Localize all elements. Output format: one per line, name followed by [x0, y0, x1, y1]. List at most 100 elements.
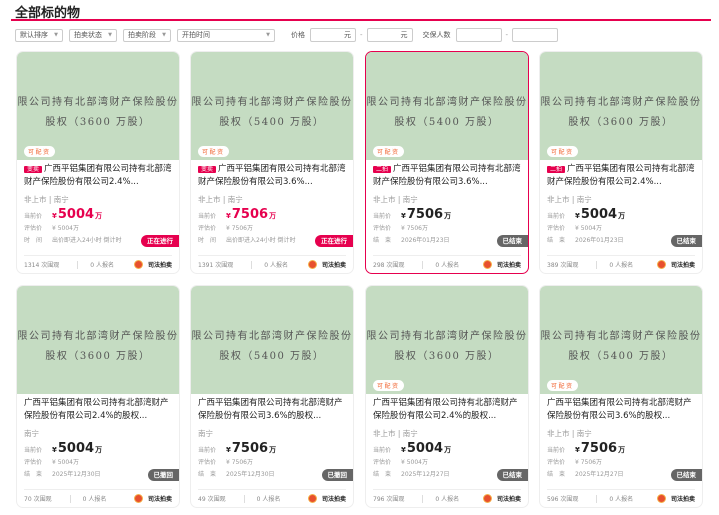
start-time-select[interactable]: 开拍时间▼: [177, 29, 275, 42]
lot-title[interactable]: 变卖广西平铝集团有限公司持有北部湾财产保险股份有限公司2.4%...: [17, 160, 179, 191]
card-footer: 70 次围观 0 人报名 司法拍卖: [24, 489, 172, 507]
lot-card[interactable]: 有限公司持有北部湾财产保险股份有 股权（5400 万股） 可配资 广西平铝集团有…: [539, 285, 703, 508]
image-text-line: 有限公司持有北部湾财产保险股份有: [540, 327, 702, 342]
estimate-label: 评估价: [373, 457, 401, 466]
lot-card[interactable]: 有限公司持有北部湾财产保险股份有 股权（3600 万股） 广西平铝集团有限公司持…: [16, 285, 180, 508]
lot-image[interactable]: 有限公司持有北部湾财产保险股份有 股权（5400 万股） 可配资: [366, 52, 528, 160]
lot-title-text: 广西平铝集团有限公司持有北部湾财产保险股份有限公司3.6%...: [373, 164, 521, 187]
sort-select[interactable]: 默认排序▼: [15, 29, 63, 42]
lot-card[interactable]: 有限公司持有北部湾财产保险股份有 股权（5400 万股） 可配资 变卖广西平铝集…: [190, 51, 354, 274]
price-unit: 万: [618, 446, 625, 454]
price-min-input[interactable]: 元: [310, 28, 356, 42]
image-text-line: 股权（3600 万股）: [17, 347, 179, 362]
lot-location: 非上市 | 南宁: [540, 425, 702, 441]
lot-title[interactable]: 二拍广西平铝集团有限公司持有北部湾财产保险股份有限公司2.4%...: [540, 160, 702, 191]
lot-card[interactable]: 有限公司持有北部湾财产保险股份有 股权（3600 万股） 可配资 变卖广西平铝集…: [16, 51, 180, 274]
lot-card[interactable]: 有限公司持有北部湾财产保险股份有 股权（5400 万股） 广西平铝集团有限公司持…: [190, 285, 354, 508]
current-price: ¥5004万: [52, 207, 102, 222]
lot-title-text: 广西平铝集团有限公司持有北部湾财产保险股份有限公司2.4%...: [547, 164, 695, 187]
time-value: 出价即进入24小时 倒计时: [52, 235, 122, 244]
estimate-label: 评估价: [198, 223, 226, 232]
price-unit: 万: [269, 212, 276, 220]
current-price-label: 当前价: [547, 211, 575, 220]
signup-count: 0 人报名: [257, 494, 281, 503]
judicial-auction-source: 司法拍卖: [657, 494, 695, 503]
lot-image[interactable]: 有限公司持有北部湾财产保险股份有 股权（5400 万股） 可配资: [540, 286, 702, 394]
lot-title[interactable]: 广西平铝集团有限公司持有北部湾财产保险股份有限公司3.6%的股权...: [191, 394, 353, 425]
time-value: 2025年12月27日: [401, 469, 450, 478]
lot-card[interactable]: 有限公司持有北部湾财产保险股份有 股权（3600 万股） 可配资 广西平铝集团有…: [365, 285, 529, 508]
price-unit: 万: [618, 212, 625, 220]
lot-image[interactable]: 有限公司持有北部湾财产保险股份有 股权（3600 万股） 可配资: [366, 286, 528, 394]
divider: [422, 495, 423, 503]
view-count: 796 次围观: [373, 494, 404, 503]
current-price-label: 当前价: [198, 211, 226, 220]
lot-image[interactable]: 有限公司持有北部湾财产保险股份有 股权（3600 万股） 可配资: [540, 52, 702, 160]
lot-title-text: 广西平铝集团有限公司持有北部湾财产保险股份有限公司3.6%的股权...: [198, 398, 343, 421]
deposit-max-input[interactable]: [512, 28, 558, 42]
deposit-min-input[interactable]: [456, 28, 502, 42]
chevron-down-icon: ▼: [54, 32, 58, 38]
signup-count: 0 人报名: [264, 260, 288, 269]
lot-location: 非上市 | 南宁: [366, 191, 528, 207]
yen-sign: ¥: [401, 212, 406, 220]
lot-image[interactable]: 有限公司持有北部湾财产保险股份有 股权（3600 万股）: [17, 286, 179, 394]
time-label: 结 束: [373, 235, 401, 244]
lot-title-text: 广西平铝集团有限公司持有北部湾财产保险股份有限公司3.6%...: [198, 164, 346, 187]
time-label: 结 束: [547, 469, 575, 478]
image-text-line: 有限公司持有北部湾财产保险股份有: [17, 93, 179, 108]
auction-stage-select[interactable]: 拍卖阶段▼: [123, 29, 171, 42]
current-price: ¥7506万: [575, 441, 625, 456]
time-value: 2025年12月27日: [575, 469, 624, 478]
card-footer: 49 次围观 0 人报名 司法拍卖: [198, 489, 346, 507]
lot-title[interactable]: 广西平铝集团有限公司持有北部湾财产保险股份有限公司3.6%的股权...: [540, 394, 702, 425]
court-emblem-icon: [483, 260, 492, 269]
estimate-price: ¥ 7506万: [401, 223, 428, 232]
status-badge: 已撤回: [322, 469, 354, 481]
lot-card[interactable]: 有限公司持有北部湾财产保险股份有 股权（3600 万股） 可配资 二拍广西平铝集…: [539, 51, 703, 274]
card-footer: 596 次围观 0 人报名 司法拍卖: [547, 489, 695, 507]
court-emblem-icon: [657, 260, 666, 269]
image-text-line: 有限公司持有北部湾财产保险股份有: [191, 327, 353, 342]
auction-status-select[interactable]: 拍卖状态▼: [69, 29, 117, 42]
lot-title[interactable]: 广西平铝集团有限公司持有北部湾财产保险股份有限公司2.4%的股权...: [17, 394, 179, 425]
card-footer: 1314 次围观 0 人报名 司法拍卖: [24, 255, 172, 273]
view-count: 49 次围观: [198, 494, 226, 503]
yen-sign: ¥: [52, 446, 57, 454]
time-label: 结 束: [547, 235, 575, 244]
lot-location: 南宁: [191, 425, 353, 441]
auction-round-tag: 二拍: [373, 166, 391, 173]
lot-title[interactable]: 变卖广西平铝集团有限公司持有北部湾财产保险股份有限公司3.6%...: [191, 160, 353, 191]
stage-label: 拍卖阶段: [128, 30, 156, 40]
lot-image[interactable]: 有限公司持有北部湾财产保险股份有 股权（5400 万股） 可配资: [191, 52, 353, 160]
financing-badge: 可配资: [373, 380, 404, 391]
price-max-input[interactable]: 元: [367, 28, 413, 42]
court-emblem-icon: [657, 494, 666, 503]
title-underline: [11, 19, 711, 21]
status-badge: 已结束: [497, 469, 529, 481]
time-label: 结 束: [373, 469, 401, 478]
price-value: 7506: [581, 441, 617, 456]
current-price-label: 当前价: [373, 445, 401, 454]
price-value: 7506: [232, 441, 268, 456]
lot-title[interactable]: 广西平铝集团有限公司持有北部湾财产保险股份有限公司2.4%的股权...: [366, 394, 528, 425]
status-badge: 已撤回: [148, 469, 180, 481]
card-footer: 796 次围观 0 人报名 司法拍卖: [373, 489, 521, 507]
financing-badge: 可配资: [547, 146, 578, 157]
judicial-auction-source: 司法拍卖: [657, 260, 695, 269]
lot-image[interactable]: 有限公司持有北部湾财产保险股份有 股权（3600 万股） 可配资: [17, 52, 179, 160]
estimate-price: ¥ 5004万: [401, 457, 428, 466]
price-unit: 万: [444, 212, 451, 220]
financing-badge: 可配资: [547, 380, 578, 391]
lot-card[interactable]: 有限公司持有北部湾财产保险股份有 股权（5400 万股） 可配资 二拍广西平铝集…: [365, 51, 529, 274]
status-badge: 已结束: [671, 235, 703, 247]
estimate-price: ¥ 5004万: [52, 223, 79, 232]
estimate-label: 评估价: [24, 457, 52, 466]
current-price: ¥7506万: [401, 207, 451, 222]
current-price-label: 当前价: [373, 211, 401, 220]
image-text-line: 股权（3600 万股）: [540, 113, 702, 128]
financing-badge: 可配资: [373, 146, 404, 157]
lot-title[interactable]: 二拍广西平铝集团有限公司持有北部湾财产保险股份有限公司3.6%...: [366, 160, 528, 191]
lot-image[interactable]: 有限公司持有北部湾财产保险股份有 股权（5400 万股）: [191, 286, 353, 394]
price-label: 价格: [291, 30, 305, 40]
